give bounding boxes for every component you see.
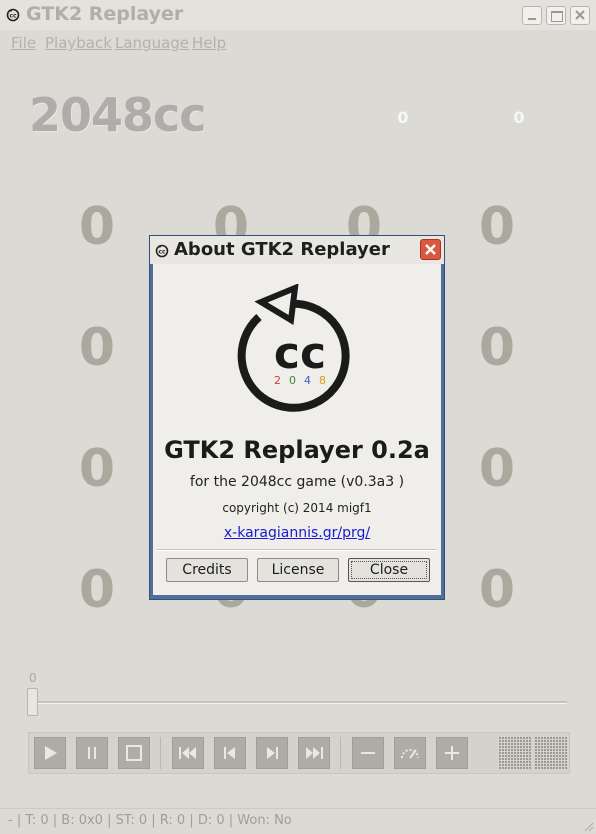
- dialog-subtitle: for the 2048cc game (v0.3a3 ): [189, 474, 405, 490]
- maximize-button[interactable]: [546, 6, 566, 25]
- title-bar[interactable]: cc GTK2 Replayer: [0, 0, 596, 30]
- speed-button[interactable]: [394, 737, 426, 769]
- close-icon: [425, 244, 436, 255]
- slider-handle[interactable]: [27, 688, 38, 716]
- license-button[interactable]: License: [257, 558, 339, 582]
- board-cell: 0: [478, 560, 516, 620]
- next-move-button[interactable]: [256, 737, 288, 769]
- play-icon: [45, 746, 57, 760]
- play-button[interactable]: [34, 737, 66, 769]
- score-value: 0: [397, 108, 409, 127]
- stop-button[interactable]: [118, 737, 150, 769]
- pause-icon: [88, 747, 96, 759]
- website-link[interactable]: x-karagiannis.gr/prg/: [153, 525, 441, 541]
- minimize-button[interactable]: [522, 6, 542, 25]
- speed-icon: [401, 749, 419, 759]
- toolbar-separator: [160, 737, 161, 769]
- close-button[interactable]: Close: [348, 558, 430, 582]
- zoom-out-button[interactable]: [352, 737, 384, 769]
- score-box: 0: [373, 95, 433, 127]
- dialog-app-name: GTK2 Replayer 0.2a: [164, 436, 430, 464]
- last-icon: [306, 747, 323, 759]
- board-cell: 0: [478, 318, 516, 378]
- svg-text:cc: cc: [158, 249, 166, 256]
- first-icon: [179, 747, 196, 759]
- best-score-box: 0: [489, 95, 549, 127]
- dialog-separator: [157, 549, 437, 551]
- replayer-logo: cc 2 0 4 8: [237, 284, 350, 412]
- app-icon: cc: [6, 8, 20, 22]
- game-logo: 2048cc: [29, 88, 207, 142]
- best-score-value: 0: [513, 108, 525, 127]
- menu-help[interactable]: Help: [192, 34, 226, 52]
- dialog-title: About GTK2 Replayer: [174, 239, 390, 260]
- menu-playback[interactable]: Playback: [45, 34, 112, 52]
- resize-grip-icon[interactable]: [582, 820, 594, 832]
- credits-button[interactable]: Credits: [166, 558, 248, 582]
- previous-move-button[interactable]: [214, 737, 246, 769]
- next-icon: [267, 747, 278, 759]
- board-cell: 0: [478, 439, 516, 499]
- minimize-icon: [528, 18, 536, 20]
- dialog-copyright: copyright (c) 2014 migf1: [222, 501, 372, 515]
- dialog-close-button[interactable]: [420, 239, 441, 260]
- board-cell: 0: [78, 318, 116, 378]
- first-move-button[interactable]: [172, 737, 204, 769]
- board-cell: 0: [78, 560, 116, 620]
- replay-slider[interactable]: [29, 701, 567, 704]
- zoom-in-icon: [445, 746, 459, 760]
- close-icon: [575, 10, 585, 20]
- menu-language[interactable]: Language: [115, 34, 189, 52]
- stop-icon: [126, 745, 142, 761]
- board-cell: 0: [78, 197, 116, 257]
- board-cell: 0: [78, 439, 116, 499]
- menu-bar: File Playback Language Help: [0, 30, 596, 56]
- pattern-icon: [535, 737, 568, 769]
- logo-cc-text: cc: [274, 328, 326, 379]
- svg-text:cc: cc: [9, 13, 17, 20]
- toolbar-separator: [340, 737, 341, 769]
- dialog-body: cc 2 0 4 8 GTK2 Replayer 0.2a for the 20…: [153, 264, 441, 595]
- status-bar: - | T: 0 | B: 0x0 | ST: 0 | R: 0 | D: 0 …: [0, 808, 596, 834]
- pattern-icon: [499, 737, 532, 769]
- zoom-out-icon: [361, 752, 375, 754]
- previous-icon: [224, 747, 235, 759]
- about-dialog: cc About GTK2 Replayer cc 2 0 4 8 GTK2 R…: [149, 235, 445, 600]
- logo-digit: 2: [274, 374, 281, 387]
- menu-file[interactable]: File: [11, 34, 36, 52]
- zoom-in-button[interactable]: [436, 737, 468, 769]
- maximize-icon: [551, 11, 563, 22]
- logo-digit: 0: [289, 374, 296, 387]
- app-icon: cc: [155, 244, 169, 258]
- pause-button[interactable]: [76, 737, 108, 769]
- status-text: - | T: 0 | B: 0x0 | ST: 0 | R: 0 | D: 0 …: [8, 813, 292, 828]
- close-window-button[interactable]: [570, 6, 590, 25]
- window-title: GTK2 Replayer: [26, 3, 184, 25]
- last-move-button[interactable]: [298, 737, 330, 769]
- logo-digit: 8: [319, 374, 326, 387]
- board-cell: 0: [478, 197, 516, 257]
- dialog-title-bar[interactable]: cc About GTK2 Replayer: [150, 236, 444, 264]
- slider-value-label: 0: [29, 671, 37, 685]
- logo-digit: 4: [304, 374, 311, 387]
- playback-toolbar: [28, 732, 570, 774]
